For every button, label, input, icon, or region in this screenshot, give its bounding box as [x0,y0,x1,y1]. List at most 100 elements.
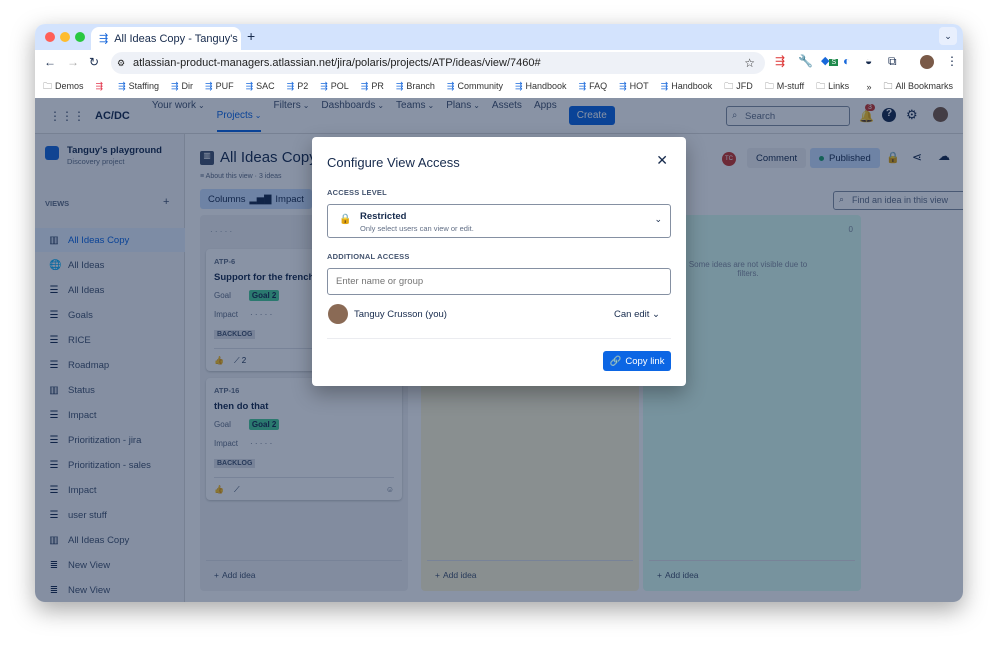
bookmark-label: P2 [297,81,309,91]
bookmark-label: PUF [215,81,234,91]
bookmark-label: Handbook [671,81,713,91]
bookmark-icon: ⇶ [170,81,179,91]
bookmark-item[interactable]: ⇶ Community [447,81,503,92]
bookmark-icon: ⇶ [286,81,295,91]
bookmark-icon: ⇶ [320,81,328,91]
chevron-down-icon: ⌄ [652,309,660,320]
lock-icon: 🔒 [339,214,352,225]
bookmarks-overflow-button[interactable]: » [866,82,871,92]
bookmark-icon: ⇶ [118,81,126,91]
bookmark-item[interactable]: ⇶ FAQ [579,81,608,92]
bookmark-label: Handbook [525,81,567,91]
bookmark-icon: ⇶ [205,81,213,91]
address-bar-row: ← → ↻ ⚙ atlassian-product-managers.atlass… [35,50,963,75]
bookmark-icon: ⇶ [660,81,669,91]
permission-value: Can edit [614,309,650,320]
extension-badge: S [829,59,839,66]
profile-avatar[interactable] [920,55,934,69]
all-bookmarks-folder[interactable]: 🗀 All Bookmarks [883,79,953,95]
tab-search-button[interactable]: ⌄ [939,27,957,45]
extension-icon[interactable]: ◆ S [821,54,839,67]
extension-icon[interactable]: ⇶ [775,54,785,68]
bookmark-label: JFD [736,80,753,91]
bookmark-label: Staffing [128,81,159,91]
browser-tab[interactable]: ⇶All Ideas Copy - Tanguy's pla✕ [91,27,241,50]
bookmark-item[interactable]: 🗀 M-stuff [765,79,804,95]
configure-view-access-dialog: Configure View Access ✕ ACCESS LEVEL 🔒 R… [312,137,686,386]
bookmark-label: SAC [256,81,275,91]
access-level-value: Restricted [360,211,407,222]
bookmark-label: Community [457,81,503,91]
bookmark-label: M-stuff [776,80,805,91]
bookmark-item[interactable]: ⇶ HOT [619,81,649,92]
bookmark-icon: ⇶ [514,81,523,91]
site-settings-icon[interactable]: ⚙ [117,58,125,69]
bookmark-icon: ⇶ [360,81,369,91]
bookmark-item[interactable]: ⇶ Handbook [661,81,713,92]
extensions-puzzle-icon[interactable]: ⧉ [888,54,897,69]
url-text: atlassian-product-managers.atlassian.net… [133,57,541,69]
minimize-window-button[interactable] [60,32,70,42]
close-window-button[interactable] [45,32,55,42]
forward-button[interactable]: → [67,55,79,69]
bookmark-icon: 🗀 [43,80,53,91]
bookmark-item[interactable]: ⇶ Handbook [515,81,567,92]
url-field[interactable]: ⚙ atlassian-product-managers.atlassian.ne… [111,52,765,74]
extension-icon[interactable]: ◐ [843,54,850,68]
access-level-description: Only select users can view or edit. [360,224,474,233]
bookmark-item[interactable]: 🗀 JFD [724,79,753,95]
bookmark-label: Links [828,80,850,91]
dialog-title: Configure View Access [327,155,460,170]
bookmark-item[interactable]: ⇶ P2 [287,81,309,92]
wrench-extension-icon[interactable]: 🔧 [798,54,813,68]
access-level-select[interactable]: 🔒 Restricted Only select users can view … [327,204,671,238]
close-dialog-icon[interactable]: ✕ [656,152,668,169]
name-or-group-input[interactable] [327,268,671,295]
bookmark-item[interactable]: ⇶ Branch [396,81,435,92]
bookmark-icon: ⇶ [245,81,254,91]
bookmark-icon: 🗀 [764,80,774,91]
bookmark-icon: ⇶ [95,81,104,91]
bookmark-label: Dir [181,81,194,91]
chevron-down-icon: ⌄ [654,214,662,224]
browser-menu-icon[interactable]: ⋮ [946,54,958,68]
bookmark-icon: ⇶ [578,81,587,91]
back-button[interactable]: ← [44,55,56,69]
new-tab-button[interactable]: + [247,28,255,44]
bookmark-icon: 🗀 [724,80,734,91]
bookmark-item[interactable]: ⇶ PR [361,81,384,92]
bookmark-label: Branch [406,81,435,91]
bookmark-star-icon[interactable]: ☆ [744,56,755,70]
bookmark-icon: ⇶ [446,81,455,91]
user-name: Tanguy Crusson (you) [354,309,447,320]
copy-link-label: Copy link [625,355,665,367]
bookmarks-bar: 🗀 Demos ⇶ ⇶ Staffing ⇶ Dir ⇶ PUF ⇶ SAC ⇶ P2 ⇶ POL ⇶ PR ⇶ B… [35,75,963,98]
extension-icon[interactable]: ◒ [865,54,872,68]
maximize-window-button[interactable] [75,32,85,42]
reload-button[interactable]: ↻ [89,55,99,69]
bookmark-item[interactable]: ⇶ SAC [246,81,275,92]
permission-dropdown[interactable]: Can edit ⌄ [614,309,660,320]
copy-link-button[interactable]: 🔗 Copy link [603,351,671,371]
browser-window: ⇶ All Ideas Copy - Tanguy's pla ✕ + ⌄ ← → … [35,24,963,602]
bookmark-item[interactable]: ⇶ [96,81,107,92]
bookmark-label: HOT [629,81,649,91]
folder-icon: 🗀 [883,80,893,91]
bookmark-label: POL [330,81,349,91]
bookmark-icon: 🗀 [816,80,826,91]
bookmark-label: FAQ [589,81,608,91]
tab-bar: ⇶All Ideas Copy - Tanguy's pla✕ + ⌄ [35,24,963,50]
bookmark-icon: ⇶ [395,81,404,91]
bookmark-item[interactable]: ⇶ POL [320,81,349,92]
access-level-label: ACCESS LEVEL [327,188,387,197]
bookmark-item[interactable]: 🗀 Demos [43,79,84,95]
bookmark-label: PR [371,81,384,91]
bookmark-label: Demos [55,80,84,91]
bookmark-item[interactable]: ⇶ PUF [205,81,234,92]
bookmark-item[interactable]: ⇶ Staffing [118,81,159,92]
bookmark-item[interactable]: ⇶ Dir [171,81,193,92]
bookmark-item[interactable]: 🗀 Links [816,79,849,95]
divider [327,338,671,339]
link-icon: 🔗 [609,355,622,367]
additional-access-label: ADDITIONAL ACCESS [327,252,410,261]
